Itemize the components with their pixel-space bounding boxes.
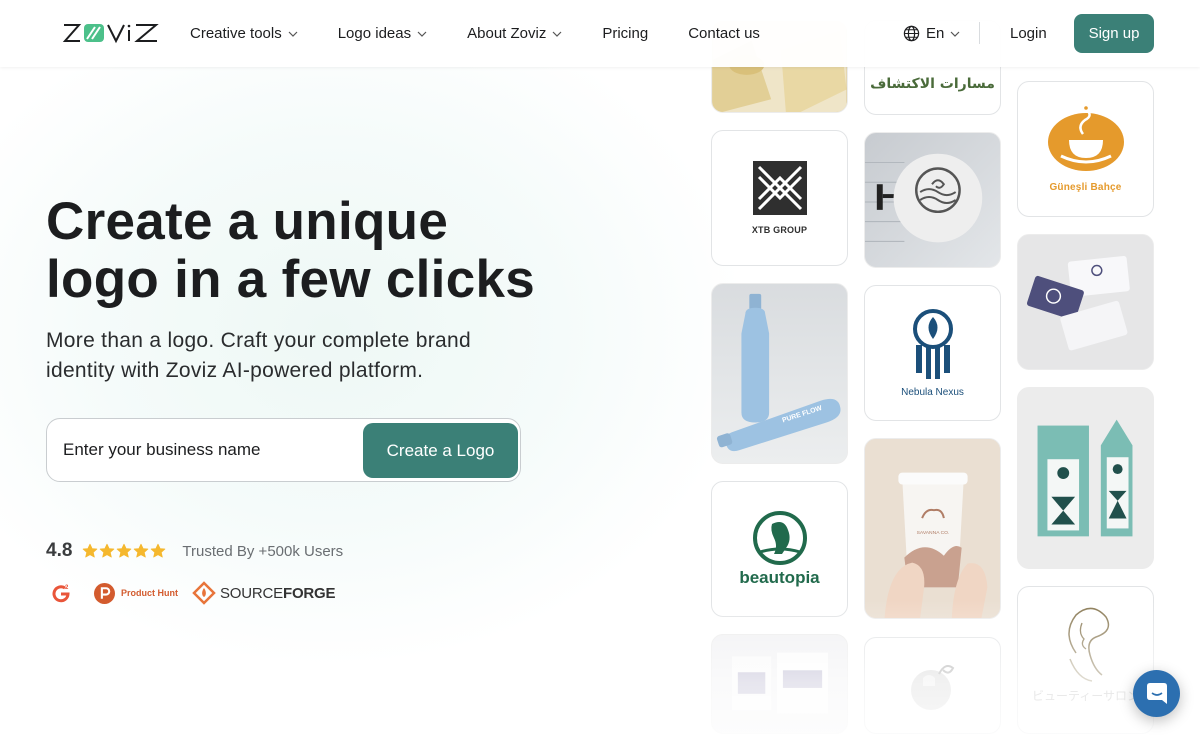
gallery-card-coffee-bags[interactable] bbox=[1017, 387, 1154, 569]
rating-value: 4.8 bbox=[46, 540, 73, 561]
hero-subtitle-line-1: More than a logo. Craft your complete br… bbox=[46, 329, 471, 352]
globe-icon bbox=[903, 25, 920, 42]
hero-title-line-1: Create a unique bbox=[46, 192, 449, 251]
gallery-card-business-cards[interactable] bbox=[1017, 234, 1154, 370]
gallery-card-xtb-group[interactable]: XTB GROUP bbox=[711, 130, 848, 266]
sourceforge-label-part1: SOURCE bbox=[220, 584, 283, 602]
sourceforge-icon bbox=[192, 581, 216, 605]
signup-button[interactable]: Sign up bbox=[1074, 14, 1154, 53]
product-hunt-icon bbox=[94, 582, 115, 604]
sourceforge-label: SOURCEFORGE bbox=[220, 584, 336, 602]
chevron-down-icon bbox=[417, 31, 427, 37]
zoviz-logo-icon bbox=[62, 24, 159, 44]
coffee-cup-logo-icon bbox=[1047, 105, 1124, 171]
hero-subtitle: More than a logo. Craft your complete br… bbox=[46, 326, 471, 386]
g2-badge[interactable]: 2 bbox=[50, 582, 72, 604]
language-label: En bbox=[926, 25, 945, 42]
nav-creative-tools[interactable]: Creative tools bbox=[190, 25, 298, 42]
nav-label: About Zoviz bbox=[467, 25, 547, 42]
chevron-down-icon bbox=[288, 31, 298, 37]
rating-row: 4.8 Trusted By +500k Users bbox=[46, 540, 343, 562]
nav-label: Creative tools bbox=[190, 25, 282, 42]
gallery-card-savanna-cup[interactable]: SAVANNA CO. bbox=[864, 438, 1001, 619]
beauty-salon-logo-icon bbox=[1067, 607, 1109, 682]
nav-label: Logo ideas bbox=[337, 25, 412, 42]
gallery-card-pure-flow[interactable]: PURE FLOW bbox=[711, 283, 848, 464]
nebula-nexus-label: Nebula Nexus bbox=[901, 386, 964, 398]
star-icon bbox=[117, 543, 132, 558]
business-name-form: Create a Logo bbox=[46, 418, 521, 482]
nav-label: Contact us bbox=[688, 25, 760, 42]
gallery-card-beautopia[interactable]: beautopia bbox=[711, 481, 848, 617]
gallery-card-beauty-salon[interactable]: ビューティーサロン bbox=[1017, 586, 1154, 734]
nav-pricing[interactable]: Pricing bbox=[602, 25, 648, 42]
svg-text:2: 2 bbox=[65, 585, 69, 591]
candle-packaging-image bbox=[731, 652, 829, 714]
hero-subtitle-line-2: identity with Zoviz AI-powered platform. bbox=[46, 359, 424, 382]
nav-about-zoviz[interactable]: About Zoviz bbox=[467, 25, 562, 42]
business-name-input[interactable] bbox=[63, 419, 353, 481]
coffee-cup-image: SAVANNA CO. bbox=[865, 439, 1000, 618]
zoviz-logo[interactable] bbox=[62, 22, 160, 44]
login-link[interactable]: Login bbox=[1010, 0, 1047, 67]
site-header: Creative tools Logo ideas About Zoviz Pr… bbox=[0, 0, 1200, 67]
chef-logo-icon bbox=[910, 664, 954, 710]
hero-title: Create a unique logo in a few clicks bbox=[46, 193, 535, 309]
chevron-down-icon bbox=[552, 31, 562, 37]
bluewave-sign-image bbox=[865, 153, 983, 243]
gallery-card-nebula-nexus[interactable]: Nebula Nexus bbox=[864, 285, 1001, 421]
trusted-by-text: Trusted By +500k Users bbox=[182, 542, 344, 560]
chevron-down-icon bbox=[950, 31, 960, 37]
savanna-label: SAVANNA CO. bbox=[917, 530, 950, 536]
gallery-card-chef-logo[interactable] bbox=[864, 637, 1001, 734]
nav-logo-ideas[interactable]: Logo ideas bbox=[338, 25, 427, 42]
header-divider bbox=[979, 22, 980, 44]
gallery-card-candle-mockup[interactable] bbox=[711, 634, 848, 734]
gallery-card-gunesli-bahce[interactable]: Güneşli Bahçe bbox=[1017, 81, 1154, 217]
hero-title-line-2: logo in a few clicks bbox=[46, 250, 536, 309]
gunesli-bahce-label: Güneşli Bahçe bbox=[1049, 181, 1122, 193]
create-logo-button[interactable]: Create a Logo bbox=[363, 423, 518, 478]
xtb-logo-icon bbox=[752, 161, 807, 215]
arabic-brand-label: مسارات الاكتشاف bbox=[870, 76, 995, 92]
product-hunt-badge[interactable]: Product Hunt bbox=[94, 582, 178, 604]
sourceforge-badge[interactable]: SOURCEFORGE bbox=[192, 581, 336, 605]
star-icon bbox=[134, 543, 149, 558]
beautopia-label: beautopia bbox=[739, 568, 820, 587]
beauty-salon-label: ビューティーサロン bbox=[1031, 689, 1140, 703]
coffee-bag-packaging-image bbox=[1018, 388, 1153, 568]
star-rating bbox=[82, 543, 166, 559]
star-icon bbox=[151, 543, 166, 558]
review-badges: 2 Product Hunt SOURCEFORGE bbox=[50, 580, 336, 606]
g2-icon: 2 bbox=[52, 585, 70, 603]
star-icon bbox=[83, 543, 98, 558]
chat-icon bbox=[1146, 682, 1167, 704]
sourceforge-label-part2: FORGE bbox=[282, 584, 336, 602]
main-nav: Creative tools Logo ideas About Zoviz Pr… bbox=[190, 0, 800, 67]
water-bottle-image: PURE FLOW bbox=[716, 293, 841, 452]
business-cards-image bbox=[1018, 235, 1153, 369]
xtb-group-label: XTB GROUP bbox=[751, 225, 808, 235]
nav-contact-us[interactable]: Contact us bbox=[688, 25, 760, 42]
language-selector[interactable]: En bbox=[903, 0, 960, 67]
gallery-card-bluewave-sign[interactable] bbox=[864, 132, 1001, 268]
product-hunt-label: Product Hunt bbox=[121, 588, 178, 598]
beautopia-logo-icon bbox=[752, 511, 807, 565]
nebula-nexus-logo-icon bbox=[912, 308, 953, 379]
chat-support-button[interactable] bbox=[1133, 670, 1180, 717]
star-icon bbox=[100, 543, 115, 558]
nav-label: Pricing bbox=[602, 25, 649, 42]
